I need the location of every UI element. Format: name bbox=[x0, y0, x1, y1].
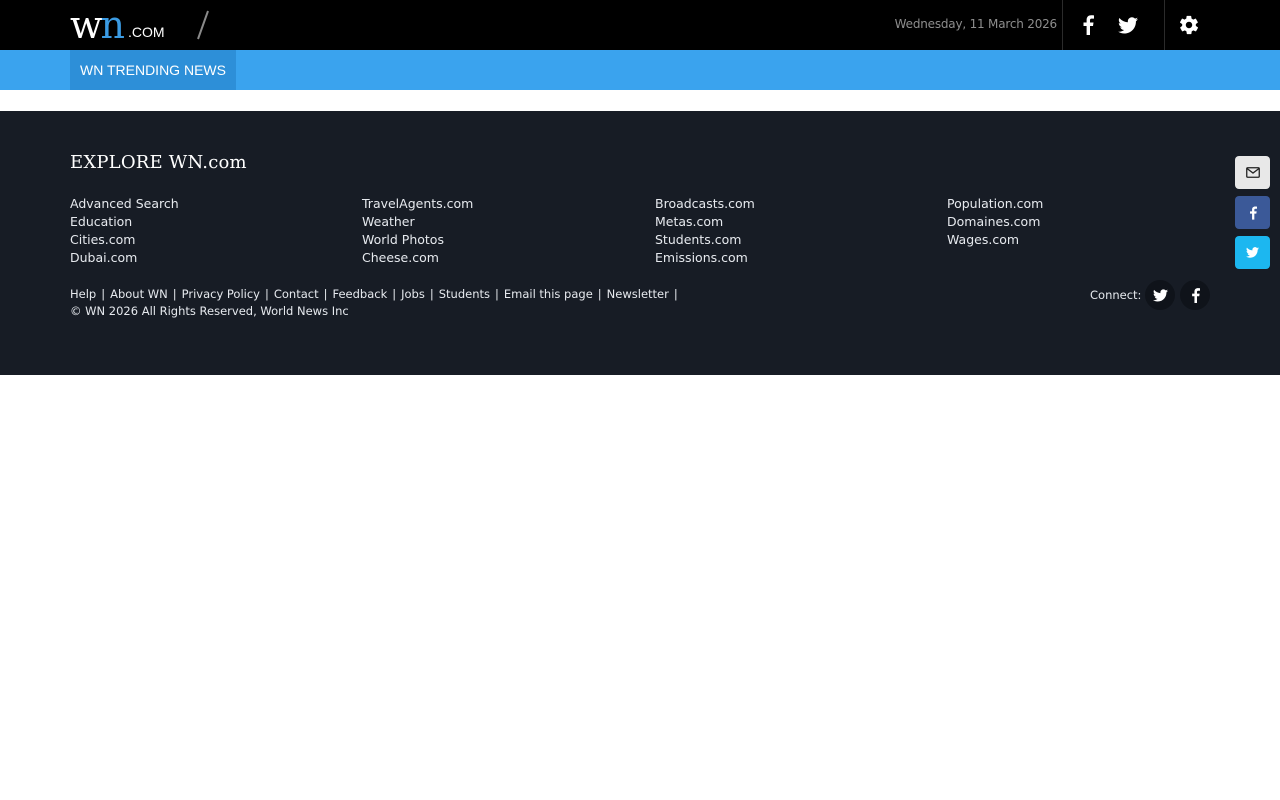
about-link[interactable]: About WN bbox=[110, 287, 168, 301]
facebook-icon[interactable] bbox=[1077, 14, 1099, 36]
footer-link[interactable]: Cheese.com bbox=[362, 249, 473, 267]
wn-logo[interactable]: w n .COM bbox=[70, 4, 165, 44]
logo-letter-w: w bbox=[70, 3, 103, 47]
email-this-page-link[interactable]: Email this page bbox=[504, 287, 593, 301]
tab-wn-trending-news[interactable]: WN TRENDING NEWS bbox=[70, 50, 236, 90]
gear-icon[interactable] bbox=[1178, 14, 1200, 36]
footer-link[interactable]: Domaines.com bbox=[947, 213, 1043, 231]
separator: | bbox=[494, 287, 499, 301]
connect-label: Connect: bbox=[1090, 288, 1142, 302]
footer-link[interactable]: Dubai.com bbox=[70, 249, 179, 267]
facebook-icon bbox=[1249, 205, 1257, 220]
footer-column: Advanced Search Education Cities.com Dub… bbox=[70, 195, 179, 267]
contact-link[interactable]: Contact bbox=[274, 287, 319, 301]
footer-link[interactable]: Emissions.com bbox=[655, 249, 755, 267]
help-link[interactable]: Help bbox=[70, 287, 96, 301]
separator: | bbox=[392, 287, 397, 301]
facebook-share-button[interactable] bbox=[1235, 196, 1270, 229]
privacy-policy-link[interactable]: Privacy Policy bbox=[182, 287, 260, 301]
separator: | bbox=[429, 287, 434, 301]
copyright: © WN 2026 All Rights Reserved, World New… bbox=[70, 304, 349, 318]
twitter-icon bbox=[1246, 247, 1259, 258]
facebook-icon[interactable] bbox=[1180, 280, 1210, 310]
email-share-button[interactable] bbox=[1235, 156, 1270, 189]
top-bar: w n .COM Wednesday, 11 March 2026 bbox=[0, 0, 1280, 50]
logo-com-text: .COM bbox=[128, 24, 165, 40]
current-date: Wednesday, 11 March 2026 bbox=[894, 17, 1058, 31]
email-icon bbox=[1245, 167, 1260, 178]
newsletter-link[interactable]: Newsletter bbox=[607, 287, 669, 301]
footer-link[interactable]: Wages.com bbox=[947, 231, 1043, 249]
divider bbox=[1164, 0, 1165, 50]
footer-column: TravelAgents.com Weather World Photos Ch… bbox=[362, 195, 473, 267]
separator: | bbox=[101, 287, 106, 301]
footer-links-row: Help | About WN | Privacy Policy | Contact | Fee… bbox=[70, 287, 683, 302]
footer: EXPLORE WN.com Advanced Search Education… bbox=[0, 111, 1280, 375]
separator: | bbox=[323, 287, 328, 301]
separator: | bbox=[172, 287, 177, 301]
nav-bar: WN TRENDING NEWS bbox=[0, 50, 1280, 90]
footer-link[interactable]: Education bbox=[70, 213, 179, 231]
footer-link[interactable]: TravelAgents.com bbox=[362, 195, 473, 213]
twitter-icon[interactable] bbox=[1117, 14, 1139, 36]
divider bbox=[1062, 0, 1063, 50]
twitter-share-button[interactable] bbox=[1235, 236, 1270, 269]
separator: | bbox=[264, 287, 269, 301]
separator: | bbox=[673, 287, 678, 301]
footer-link[interactable]: Weather bbox=[362, 213, 473, 231]
footer-link[interactable]: Population.com bbox=[947, 195, 1043, 213]
logo-slash bbox=[196, 10, 210, 40]
footer-link[interactable]: Broadcasts.com bbox=[655, 195, 755, 213]
feedback-link[interactable]: Feedback bbox=[332, 287, 387, 301]
jobs-link[interactable]: Jobs bbox=[401, 287, 425, 301]
footer-column: Population.com Domaines.com Wages.com bbox=[947, 195, 1043, 249]
footer-link[interactable]: Metas.com bbox=[655, 213, 755, 231]
logo-letter-n: n bbox=[100, 3, 126, 47]
footer-link[interactable]: Cities.com bbox=[70, 231, 179, 249]
footer-link[interactable]: Students.com bbox=[655, 231, 755, 249]
footer-link[interactable]: World Photos bbox=[362, 231, 473, 249]
students-link[interactable]: Students bbox=[439, 287, 490, 301]
separator: | bbox=[597, 287, 602, 301]
twitter-icon[interactable] bbox=[1145, 280, 1175, 310]
footer-heading: EXPLORE WN.com bbox=[70, 152, 247, 173]
footer-column: Broadcasts.com Metas.com Students.com Em… bbox=[655, 195, 755, 267]
footer-link[interactable]: Advanced Search bbox=[70, 195, 179, 213]
